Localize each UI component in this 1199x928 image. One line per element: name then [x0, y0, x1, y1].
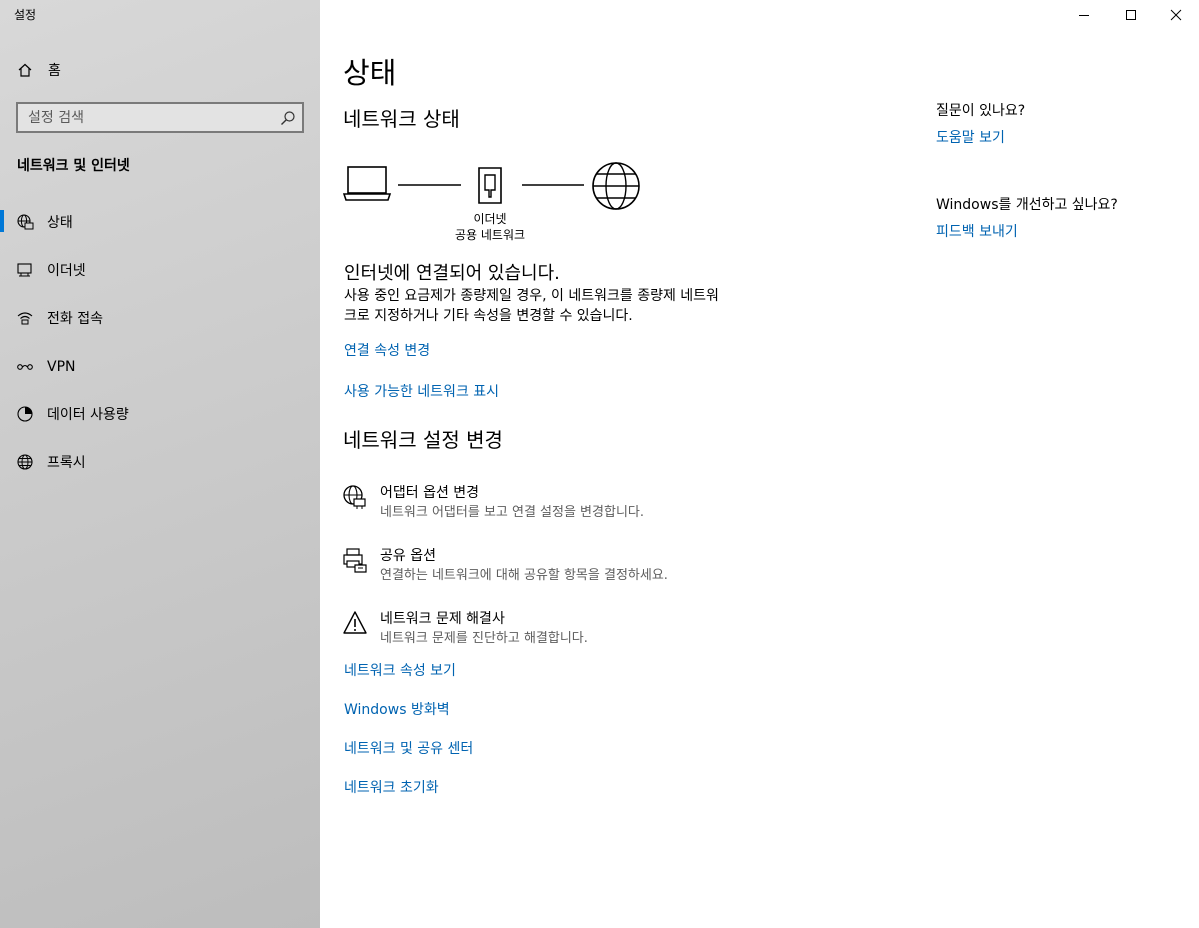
- maximize-icon: [1125, 6, 1137, 25]
- page-title: 상태: [343, 56, 397, 90]
- close-icon: [1170, 6, 1182, 25]
- description-line: 사용 중인 요금제가 종량제일 경우, 이 네트워크를 종량제 네트워: [344, 288, 719, 304]
- diagram-device-label: 이더넷: [473, 212, 507, 226]
- settings-search-box[interactable]: [16, 102, 304, 133]
- home-label: 홈: [48, 63, 61, 79]
- option-title: 네트워크 문제 해결사: [380, 611, 505, 627]
- search-icon[interactable]: [280, 110, 296, 126]
- sharing-options-item[interactable]: 공유 옵션 연결하는 네트워크에 대해 공유할 항목을 결정하세요.: [342, 545, 762, 589]
- data-usage-icon: [16, 405, 34, 423]
- network-status-heading: 네트워크 상태: [343, 107, 460, 131]
- option-title: 어댑터 옵션 변경: [380, 485, 480, 501]
- vpn-icon: [16, 358, 34, 376]
- sidebar-item-label: VPN: [47, 359, 76, 375]
- troubleshooter-item[interactable]: 네트워크 문제 해결사 네트워크 문제를 진단하고 해결합니다.: [342, 608, 762, 652]
- status-globe-icon: [16, 213, 34, 231]
- sidebar-item-data-usage[interactable]: 데이터 사용량: [0, 394, 320, 434]
- network-sharing-center-link[interactable]: 네트워크 및 공유 센터: [344, 738, 473, 758]
- option-description: 연결하는 네트워크에 대해 공유할 항목을 결정하세요.: [380, 568, 668, 583]
- sidebar-item-dialup[interactable]: 전화 접속: [0, 298, 320, 338]
- sidebar-item-label: 상태: [47, 215, 73, 231]
- option-description: 네트워크 문제를 진단하고 해결합니다.: [380, 631, 588, 646]
- sharing-icon: [342, 547, 368, 573]
- close-button[interactable]: [1153, 0, 1199, 30]
- adapter-options-item[interactable]: 어댑터 옵션 변경 네트워크 어댑터를 보고 연결 설정을 변경합니다.: [342, 482, 762, 526]
- laptop-icon: [343, 166, 392, 201]
- metered-description: 사용 중인 요금제가 종량제일 경우, 이 네트워크를 종량제 네트워 크로 지…: [344, 286, 764, 326]
- sidebar-item-proxy[interactable]: 프록시: [0, 442, 320, 482]
- globe-icon: [16, 453, 34, 471]
- ethernet-icon: [16, 261, 34, 279]
- minimize-button[interactable]: [1061, 0, 1107, 30]
- search-input[interactable]: [18, 104, 268, 131]
- view-network-properties-link[interactable]: 네트워크 속성 보기: [344, 660, 456, 680]
- sidebar-item-label: 이더넷: [47, 263, 86, 279]
- option-title: 공유 옵션: [380, 548, 436, 564]
- home-icon: [16, 61, 34, 79]
- help-question: 질문이 있나요?: [936, 103, 1026, 119]
- improve-question: Windows를 개선하고 싶나요?: [936, 197, 1118, 213]
- ethernet-port-icon: [478, 167, 502, 204]
- show-available-networks-link[interactable]: 사용 가능한 네트워크 표시: [344, 381, 499, 401]
- sidebar-item-ethernet[interactable]: 이더넷: [0, 250, 320, 290]
- dialup-icon: [16, 309, 34, 327]
- main-content: 상태 네트워크 상태 이더넷 공용 네트워크 인터넷에 연결되어 있습니다. 사…: [320, 0, 1199, 928]
- sidebar-item-vpn[interactable]: VPN: [0, 347, 320, 387]
- sidebar-item-label: 전화 접속: [47, 311, 103, 327]
- sidebar-item-label: 프록시: [47, 455, 86, 471]
- description-line: 크로 지정하거나 기타 속성을 변경할 수 있습니다.: [344, 308, 633, 324]
- app-title: 설정: [14, 8, 37, 22]
- windows-firewall-link[interactable]: Windows 방화벽: [344, 699, 450, 719]
- section-title: 네트워크 및 인터넷: [17, 158, 130, 174]
- maximize-button[interactable]: [1108, 0, 1154, 30]
- sidebar-item-label: 데이터 사용량: [47, 407, 129, 423]
- option-description: 네트워크 어댑터를 보고 연결 설정을 변경합니다.: [380, 505, 644, 520]
- get-help-link[interactable]: 도움말 보기: [936, 127, 1005, 147]
- give-feedback-link[interactable]: 피드백 보내기: [936, 221, 1018, 241]
- network-reset-link[interactable]: 네트워크 초기화: [344, 777, 439, 797]
- sidebar: 설정 홈 네트워크 및 인터넷 상태 이더넷 전화 접속: [0, 0, 320, 928]
- change-connection-properties-link[interactable]: 연결 속성 변경: [344, 340, 430, 360]
- minimize-icon: [1078, 6, 1090, 25]
- connection-status-text: 인터넷에 연결되어 있습니다.: [344, 263, 560, 284]
- internet-globe-icon: [592, 162, 640, 210]
- warning-icon: [342, 610, 368, 636]
- adapter-icon: [342, 484, 368, 510]
- home-nav-item[interactable]: 홈: [0, 50, 320, 90]
- diagram-network-label: 공용 네트워크: [454, 228, 526, 242]
- sidebar-item-status[interactable]: 상태: [0, 202, 320, 242]
- change-settings-heading: 네트워크 설정 변경: [343, 428, 503, 452]
